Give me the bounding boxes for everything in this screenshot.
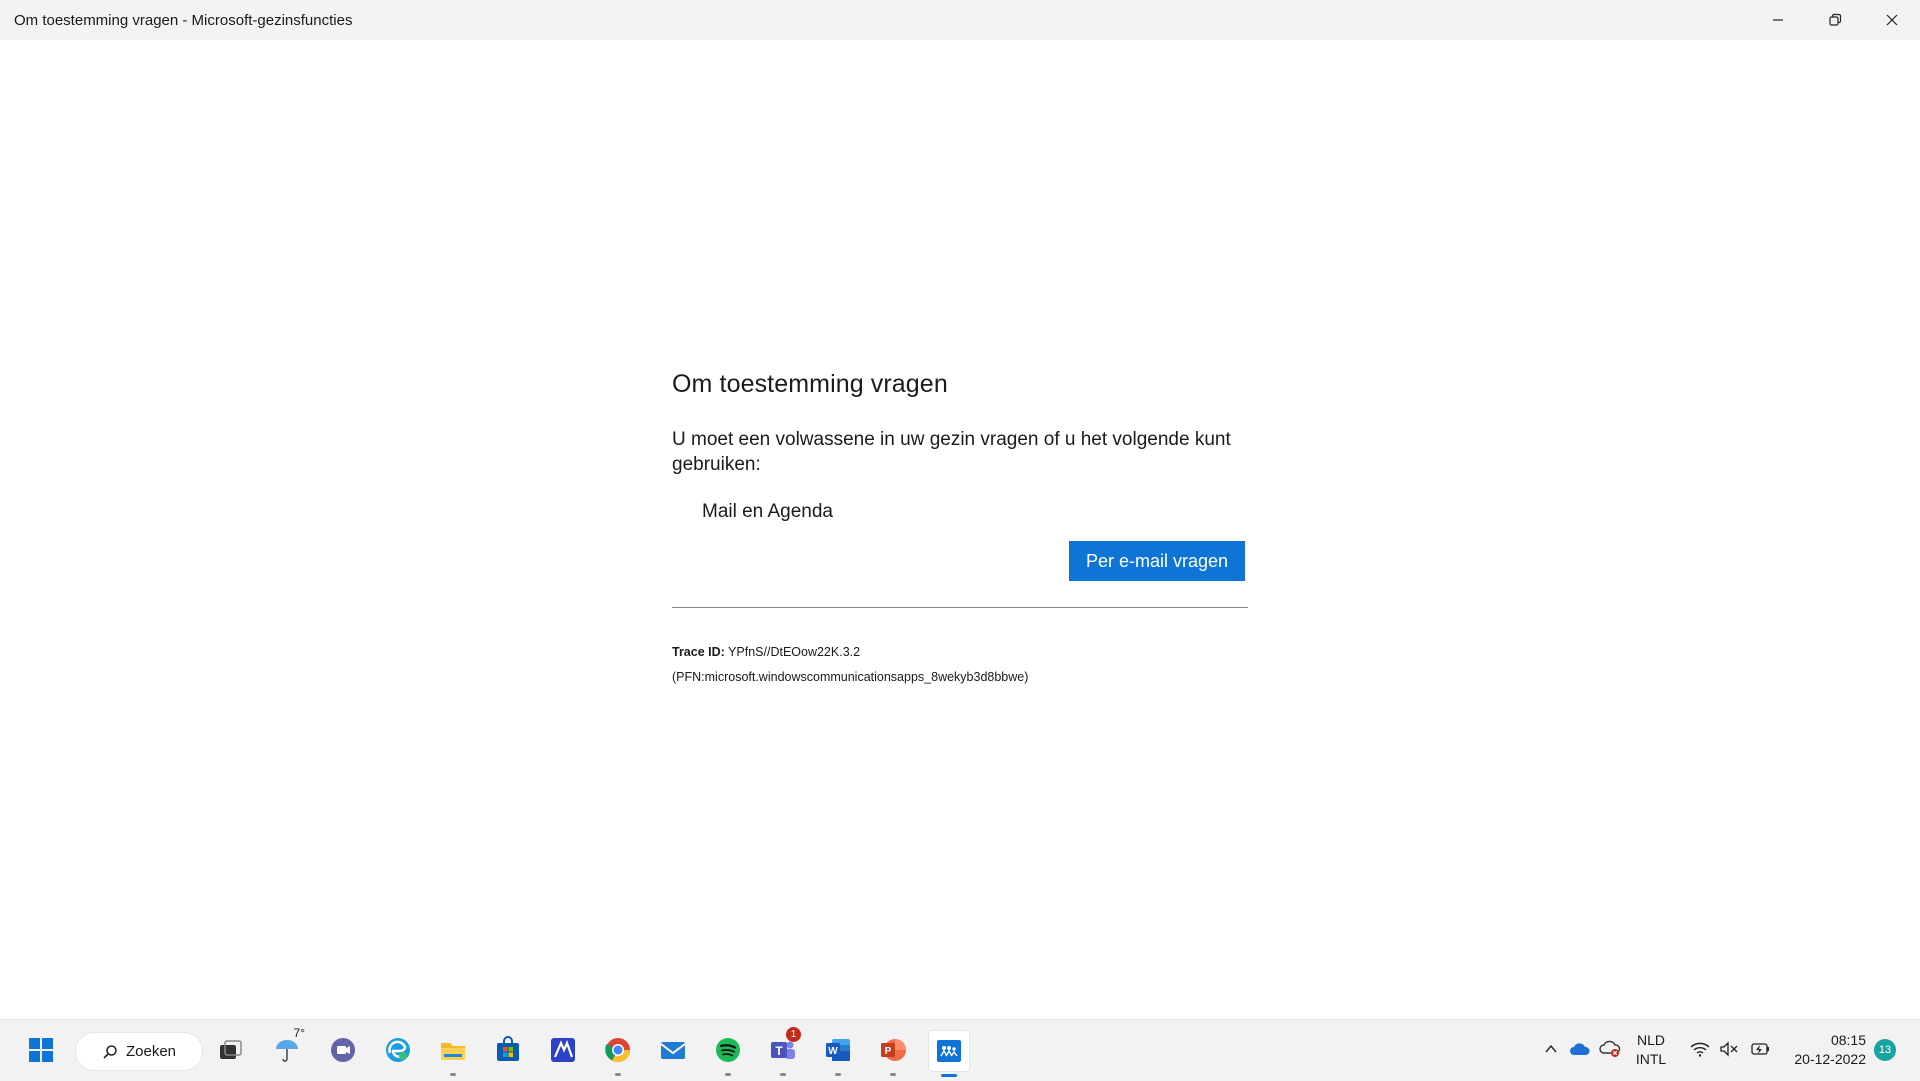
- keyboard-layout: INTL: [1635, 1051, 1667, 1067]
- taskbar-search[interactable]: Zoeken: [75, 1032, 203, 1071]
- title-bar: Om toestemming vragen - Microsoft-gezins…: [0, 0, 1920, 40]
- file-explorer-button[interactable]: [433, 1030, 473, 1076]
- permission-panel: Om toestemming vragen U moet een volwass…: [672, 370, 1250, 690]
- mail-icon: [660, 1042, 686, 1059]
- show-hidden-icons-button[interactable]: [1540, 1038, 1562, 1060]
- wifi-icon: [1690, 1042, 1710, 1057]
- mail-button[interactable]: [653, 1030, 693, 1070]
- powerpoint-button[interactable]: P: [873, 1030, 913, 1076]
- onedrive-cloud-icon: [1570, 1043, 1590, 1055]
- running-indicator-active: [941, 1074, 957, 1077]
- start-button[interactable]: [21, 1030, 61, 1070]
- store-icon: [497, 1036, 519, 1061]
- divider: [672, 607, 1248, 608]
- minimize-button[interactable]: [1749, 0, 1806, 40]
- word-icon: W: [826, 1039, 850, 1061]
- family-icon: [937, 1040, 961, 1062]
- chrome-icon: [605, 1038, 630, 1063]
- taskbar: Zoeken 7° T 1 W P NLD INTL 08:15 20-12-2…: [0, 1019, 1920, 1081]
- weather-widget[interactable]: 7°: [267, 1026, 307, 1070]
- wifi-tray-button[interactable]: [1689, 1038, 1711, 1060]
- task-view-button[interactable]: [210, 1030, 250, 1070]
- svg-text:P: P: [885, 1046, 892, 1057]
- running-indicator: [835, 1073, 841, 1076]
- cloud-error-tray-button[interactable]: [1599, 1038, 1621, 1060]
- running-indicator: [615, 1073, 621, 1076]
- minimize-icon: [1772, 19, 1783, 21]
- editor-app-button[interactable]: [543, 1030, 583, 1070]
- page-heading: Om toestemming vragen: [672, 370, 948, 398]
- svg-text:T: T: [775, 1044, 783, 1058]
- editor-app-icon: [551, 1038, 575, 1062]
- running-indicator: [890, 1073, 896, 1076]
- close-icon: [1886, 14, 1897, 26]
- edge-button[interactable]: [378, 1030, 418, 1070]
- permission-description: U moet een volwassene in uw gezin vragen…: [672, 429, 1231, 475]
- family-features-button[interactable]: [928, 1030, 970, 1077]
- cloud-error-icon: [1599, 1040, 1621, 1057]
- restore-icon: [1828, 13, 1841, 26]
- chevron-up-icon: [1545, 1044, 1557, 1053]
- chrome-button[interactable]: [598, 1030, 638, 1076]
- weather-temperature: 7°: [293, 1026, 305, 1040]
- search-label: Zoeken: [125, 1043, 177, 1060]
- ask-by-email-button[interactable]: Per e-mail vragen: [1068, 541, 1245, 581]
- search-icon: [103, 1044, 117, 1059]
- package-family-name: (PFN:microsoft.windowscommunicationsapps…: [672, 670, 1029, 684]
- clock-date: 20-12-2022: [1794, 1051, 1866, 1067]
- svg-text:W: W: [828, 1046, 838, 1057]
- running-indicator: [780, 1073, 786, 1076]
- chat-button[interactable]: [323, 1030, 363, 1070]
- battery-charging-icon: [1751, 1043, 1769, 1055]
- edge-icon: [386, 1038, 410, 1062]
- spotify-icon: [716, 1038, 740, 1062]
- onedrive-tray-button[interactable]: [1569, 1038, 1591, 1060]
- folder-icon: [441, 1043, 465, 1060]
- notification-count-badge[interactable]: 13: [1874, 1039, 1896, 1061]
- powerpoint-icon: P: [881, 1039, 906, 1061]
- windows-logo-icon: [29, 1038, 53, 1062]
- volume-muted-icon: [1720, 1041, 1738, 1057]
- clock-time: 08:15: [1830, 1032, 1866, 1048]
- volume-tray-button[interactable]: [1718, 1038, 1740, 1060]
- requested-app-name: Mail en Agenda: [702, 501, 833, 522]
- store-button[interactable]: [488, 1030, 528, 1070]
- word-button[interactable]: W: [818, 1030, 858, 1076]
- running-indicator: [450, 1073, 456, 1076]
- battery-tray-button[interactable]: [1749, 1038, 1771, 1060]
- task-view-icon: [220, 1040, 242, 1059]
- input-language-indicator[interactable]: NLD INTL: [1626, 1031, 1676, 1069]
- spotify-button[interactable]: [708, 1030, 748, 1076]
- restore-button[interactable]: [1806, 0, 1863, 40]
- chat-icon: [331, 1038, 355, 1062]
- close-button[interactable]: [1863, 0, 1920, 40]
- trace-id: YPfnS//DtEOow22K.3.2: [728, 645, 861, 659]
- running-indicator: [725, 1073, 731, 1076]
- teams-button[interactable]: T 1: [763, 1027, 803, 1076]
- teams-notification-badge: 1: [786, 1027, 801, 1042]
- trace-info: Trace ID: YPfnS//DtEOow22K.3.2 (PFN:micr…: [672, 640, 1250, 690]
- language-code: NLD: [1636, 1032, 1665, 1048]
- trace-label: Trace ID:: [672, 645, 725, 659]
- clock[interactable]: 08:15 20-12-2022: [1780, 1031, 1866, 1069]
- window-title: Om toestemming vragen - Microsoft-gezins…: [14, 11, 353, 29]
